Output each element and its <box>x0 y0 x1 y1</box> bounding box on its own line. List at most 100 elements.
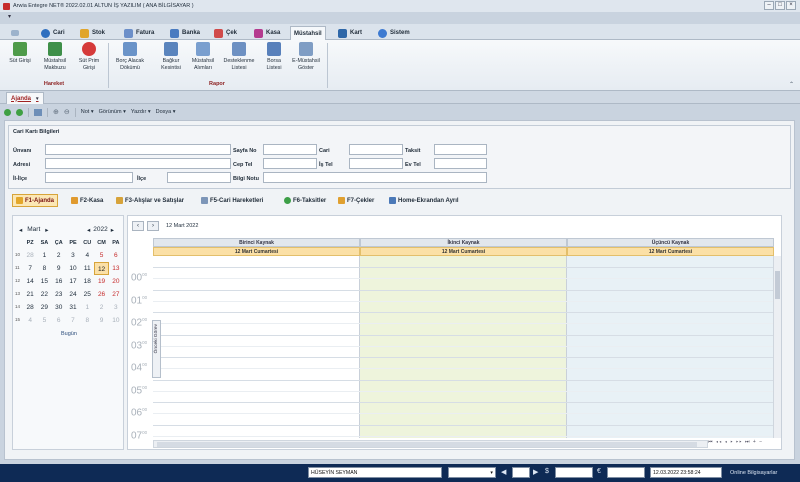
tab-sistem[interactable]: Sistem <box>375 26 413 40</box>
prev-month-icon[interactable]: ◂ <box>19 226 22 234</box>
calendar-day[interactable]: 8 <box>80 314 94 327</box>
calendar-day[interactable]: 5 <box>37 314 51 327</box>
calendar-day[interactable]: 17 <box>66 275 80 288</box>
calendar-day[interactable]: 28 <box>23 249 37 262</box>
sut-prim-girisi-button[interactable]: Süt Prim Girişi <box>74 42 104 71</box>
is-tel-field[interactable] <box>349 158 403 169</box>
next-day-button[interactable]: › <box>147 221 159 231</box>
mustahsil-alimlari-button[interactable]: Müstahsil Alımları <box>188 42 218 71</box>
app-menu-icon[interactable] <box>8 26 22 40</box>
cari-field[interactable] <box>349 144 403 155</box>
grid-icon[interactable] <box>34 108 42 116</box>
calendar-day[interactable]: 1 <box>80 301 94 314</box>
zoom-out-icon[interactable]: ⊖ <box>64 108 70 116</box>
menu-gorunum[interactable]: Görünüm ▾ <box>99 109 126 115</box>
zoom-in-icon[interactable]: ⊕ <box>53 108 59 116</box>
il-field[interactable] <box>45 172 133 183</box>
quick-access-chevron-icon[interactable]: ▾ <box>8 13 11 20</box>
forward-icon[interactable] <box>16 108 23 116</box>
calendar-day[interactable]: 1 <box>37 249 51 262</box>
month-selector[interactable]: ◂ Mart ▸ <box>19 226 49 234</box>
resource-column-2[interactable] <box>360 238 567 438</box>
cep-tel-field[interactable] <box>263 158 317 169</box>
calendar-day[interactable]: 10 <box>109 314 123 327</box>
vertical-scrollbar[interactable] <box>773 256 781 438</box>
calendar-day[interactable]: 28 <box>23 301 37 314</box>
next-year-icon[interactable]: ▸ <box>111 226 114 234</box>
ilce-field[interactable] <box>167 172 231 183</box>
calendar-day[interactable]: 27 <box>109 288 123 301</box>
h-scrollbar-thumb[interactable] <box>157 442 697 447</box>
sayfa-no-field[interactable] <box>263 144 317 155</box>
ribbon-collapse-icon[interactable]: ⌃ <box>789 81 794 88</box>
calendar-day[interactable]: 3 <box>109 301 123 314</box>
bilgi-notu-field[interactable] <box>263 172 487 183</box>
calendar-day[interactable]: 14 <box>23 275 37 288</box>
tab-cari[interactable]: Cari <box>38 26 68 40</box>
calendar-day[interactable]: 22 <box>37 288 51 301</box>
calendar-day[interactable]: 10 <box>66 262 80 275</box>
calendar-day[interactable]: 3 <box>66 249 80 262</box>
tab-f1-ajanda[interactable]: F1-Ajanda <box>12 194 59 207</box>
ev-tel-field[interactable] <box>434 158 487 169</box>
mustahsil-makbuzu-button[interactable]: Müstahsil Makbuzu <box>38 42 72 71</box>
calendar-day[interactable]: 24 <box>66 288 80 301</box>
record-navigator[interactable]: ⏮ ◂◂ ◂ ▸ ▸▸ ⏭ + − <box>708 439 763 445</box>
calendar-day[interactable]: 13 <box>109 262 123 275</box>
tab-f3-alislar-satislar[interactable]: F3-Alışlar ve Satışlar <box>113 194 187 207</box>
calendar-day[interactable]: 2 <box>94 301 108 314</box>
prev-day-button[interactable]: ‹ <box>132 221 144 231</box>
tab-stok[interactable]: Stok <box>77 26 108 40</box>
resource-column-3[interactable] <box>567 238 774 438</box>
calendar-day[interactable]: 29 <box>37 301 51 314</box>
onceki-gorev-tab[interactable]: Önceki Görev <box>152 320 161 378</box>
calendar-day[interactable]: 18 <box>80 275 94 288</box>
unvan-field[interactable] <box>45 144 231 155</box>
year-selector[interactable]: ◂ 2022 ▸ <box>87 226 114 234</box>
bagkur-kesintisi-button[interactable]: Bağkur Kesintisi <box>154 42 188 71</box>
taksit-field[interactable] <box>434 144 487 155</box>
e-mustahsil-goster-button[interactable]: E-Müstahsil Göster <box>288 42 324 71</box>
tab-kasa[interactable]: Kasa <box>251 26 283 40</box>
tab-fatura[interactable]: Fatura <box>121 26 157 40</box>
back-icon[interactable] <box>4 108 11 116</box>
tab-home-ekrandan-ayril[interactable]: Home-Ekrandan Ayrıl <box>386 194 462 207</box>
today-button[interactable]: Bugün <box>61 331 77 337</box>
page-field[interactable] <box>512 467 530 478</box>
calendar-day[interactable]: 2 <box>52 249 66 262</box>
calendar-day[interactable]: 7 <box>66 314 80 327</box>
status-dropdown[interactable]: ▾ <box>448 467 496 478</box>
calendar-day[interactable]: 20 <box>109 275 123 288</box>
tab-f6-taksitler[interactable]: F6-Taksitler <box>281 194 329 207</box>
next-month-icon[interactable]: ▸ <box>45 226 48 234</box>
menu-not[interactable]: Not ▾ <box>81 109 94 115</box>
tab-cek[interactable]: Çek <box>211 26 240 40</box>
adres-field[interactable] <box>45 158 231 169</box>
close-icon[interactable]: × <box>786 1 796 10</box>
prev-icon[interactable]: ◀ <box>501 468 506 476</box>
desteklenme-listesi-button[interactable]: Desteklenme Listesi <box>220 42 258 71</box>
calendar-day[interactable]: 25 <box>80 288 94 301</box>
tab-f7-cekler[interactable]: F7-Çekler <box>335 194 377 207</box>
minimize-icon[interactable]: – <box>764 1 774 10</box>
calendar-day[interactable]: 9 <box>52 262 66 275</box>
tab-kart[interactable]: Kart <box>335 26 365 40</box>
borc-alacak-dokumu-button[interactable]: Borç Alacak Dökümü <box>110 42 150 71</box>
online-computers-label[interactable]: Online Bilgisayarlar <box>730 470 777 476</box>
calendar-day[interactable]: 26 <box>94 288 108 301</box>
calendar-day[interactable]: 30 <box>52 301 66 314</box>
calendar-day[interactable]: 4 <box>23 314 37 327</box>
borsa-listesi-button[interactable]: Borsa Listesi <box>260 42 288 71</box>
calendar-day[interactable]: 16 <box>52 275 66 288</box>
menu-yazdir[interactable]: Yazdır ▾ <box>131 109 151 115</box>
calendar-day[interactable]: 21 <box>23 288 37 301</box>
menu-dosya[interactable]: Dosya ▾ <box>156 109 176 115</box>
calendar-day[interactable]: 19 <box>94 275 108 288</box>
calendar-day[interactable]: 11 <box>80 262 94 275</box>
calendar-day[interactable]: 6 <box>109 249 123 262</box>
calendar-day[interactable]: 5 <box>94 249 108 262</box>
chevron-down-icon[interactable]: ▾ <box>36 96 39 102</box>
calendar-day[interactable]: 7 <box>23 262 37 275</box>
tab-ajanda[interactable]: Ajanda ▾ <box>6 92 44 104</box>
calendar-day[interactable]: 12 <box>94 262 109 275</box>
